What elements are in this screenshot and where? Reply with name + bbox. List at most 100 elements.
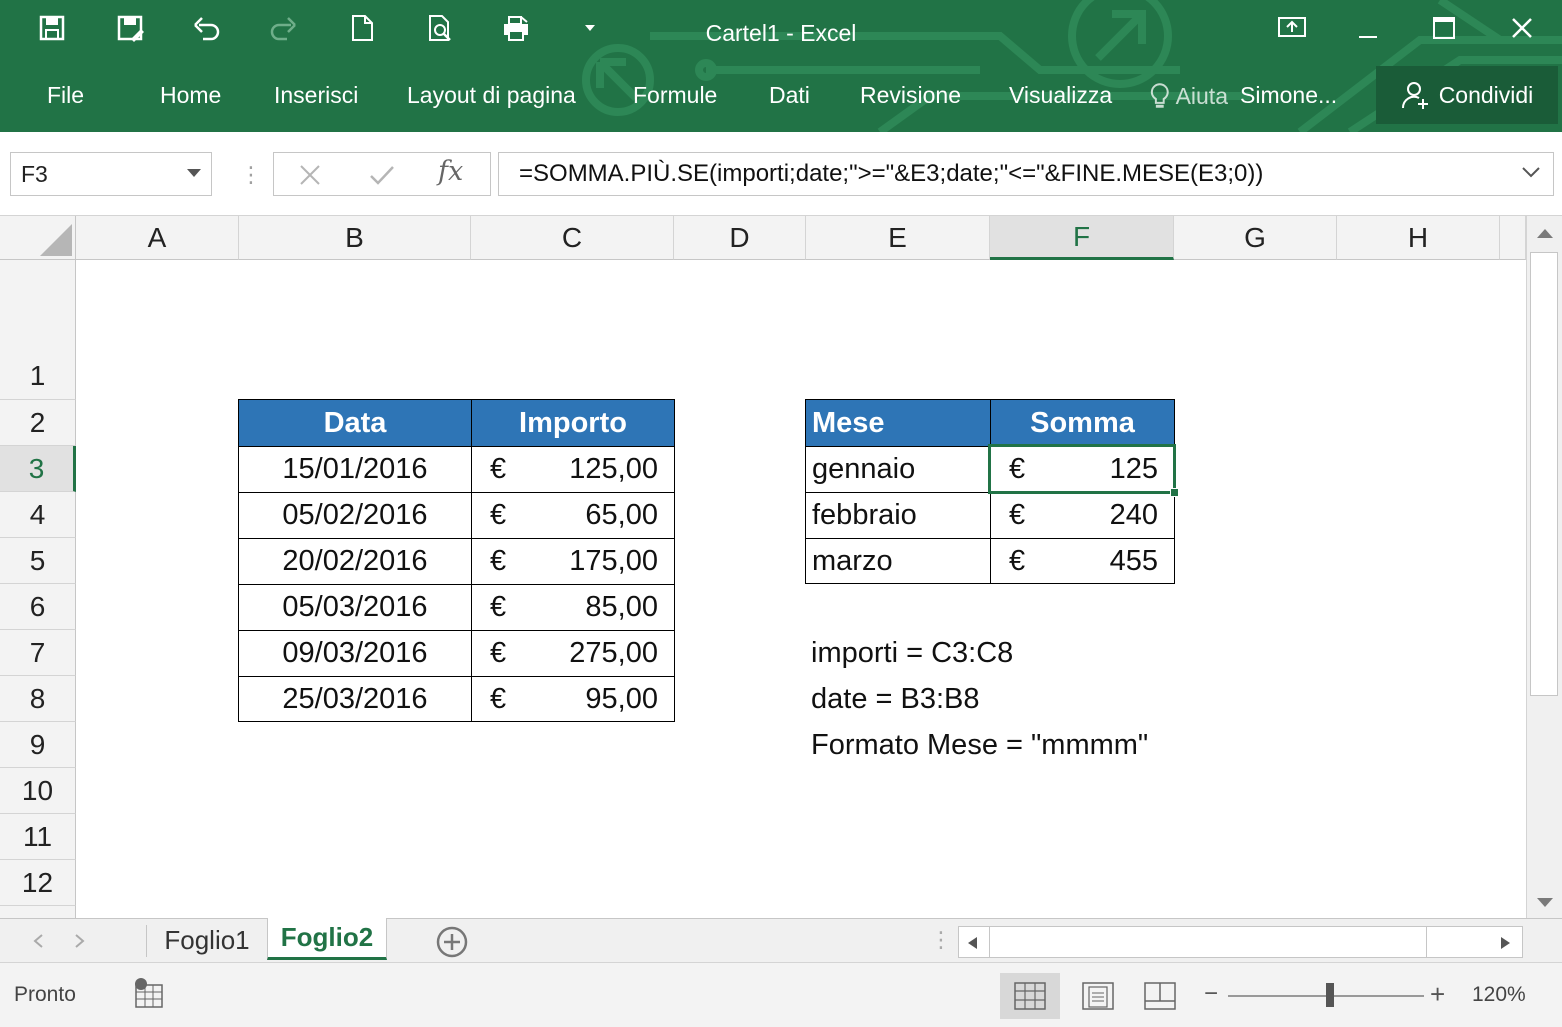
row-header-1[interactable]: 1	[0, 260, 76, 400]
horizontal-scrollbar[interactable]	[958, 926, 1523, 958]
share-button[interactable]: Condividi	[1376, 66, 1558, 124]
amount-cell[interactable]: €125,00	[471, 446, 675, 493]
tab-file[interactable]: File	[47, 82, 84, 109]
name-box-dropdown-icon[interactable]	[187, 169, 201, 177]
row-header-6[interactable]: 6	[0, 584, 76, 630]
select-all-button[interactable]	[0, 216, 76, 260]
minimize-icon[interactable]	[1338, 8, 1398, 48]
row-header-8[interactable]: 8	[0, 676, 76, 722]
page-break-view-button[interactable]	[1130, 973, 1190, 1019]
row-header-7[interactable]: 7	[0, 630, 76, 676]
page-layout-view-button[interactable]	[1068, 973, 1128, 1019]
close-icon[interactable]	[1492, 8, 1552, 48]
row-header-11[interactable]: 11	[0, 814, 76, 860]
amount-cell[interactable]: €85,00	[471, 584, 675, 631]
normal-view-button[interactable]	[1000, 973, 1060, 1019]
tab-home[interactable]: Home	[160, 82, 221, 109]
note-date[interactable]: date = B3:B8	[805, 676, 980, 722]
scroll-up-icon[interactable]	[1535, 226, 1555, 240]
formula-bar: F3 ⋮ fx =SOMMA.PIÙ.SE(importi;date;">="&…	[0, 132, 1562, 216]
maximize-icon[interactable]	[1414, 8, 1474, 48]
row-header-13[interactable]	[0, 906, 76, 918]
date-cell[interactable]: 09/03/2016	[238, 630, 472, 677]
expand-formula-bar-icon[interactable]	[1521, 165, 1541, 179]
title-bar: Cartel1 - Excel File Home Inserisci Layo…	[0, 0, 1562, 132]
amount-cell[interactable]: €275,00	[471, 630, 675, 677]
cancel-entry-icon[interactable]	[298, 163, 322, 187]
tell-me-search[interactable]: Aiuta	[1150, 82, 1228, 110]
tab-insert[interactable]: Inserisci	[274, 82, 358, 109]
note-importi[interactable]: importi = C3:C8	[805, 630, 1013, 676]
month-cell[interactable]: gennaio	[805, 446, 991, 493]
date-cell[interactable]: 25/03/2016	[238, 676, 472, 722]
sheet-tab-foglio2[interactable]: Foglio2	[267, 918, 387, 960]
date-cell[interactable]: 20/02/2016	[238, 538, 472, 585]
formula-bar-grip-icon[interactable]: ⋮	[240, 162, 262, 188]
formula-input[interactable]: =SOMMA.PIÙ.SE(importi;date;">="&E3;date;…	[498, 152, 1554, 196]
tell-me-label: Aiuta	[1175, 82, 1228, 109]
macro-recording-icon[interactable]	[132, 977, 166, 1011]
column-header-g[interactable]: G	[1174, 216, 1337, 260]
amount-cell[interactable]: €175,00	[471, 538, 675, 585]
confirm-entry-icon[interactable]	[368, 163, 396, 187]
column-header-d[interactable]: D	[674, 216, 806, 260]
ribbon-display-options-icon[interactable]	[1262, 8, 1322, 48]
user-name[interactable]: Simone...	[1240, 82, 1337, 109]
column-header-a[interactable]: A	[76, 216, 239, 260]
date-cell[interactable]: 05/02/2016	[238, 492, 472, 539]
status-ready: Pronto	[14, 983, 76, 1006]
new-sheet-icon[interactable]	[435, 925, 469, 959]
name-box[interactable]: F3	[10, 152, 212, 196]
row-header-5[interactable]: 5	[0, 538, 76, 584]
header-somma[interactable]: Somma	[990, 399, 1175, 447]
date-cell[interactable]: 15/01/2016	[238, 446, 472, 493]
row-header-4[interactable]: 4	[0, 492, 76, 538]
amount-cell[interactable]: €65,00	[471, 492, 675, 539]
row-header-2[interactable]: 2	[0, 400, 76, 446]
row-header-10[interactable]: 10	[0, 768, 76, 814]
insert-function-icon[interactable]: fx	[438, 156, 463, 187]
previous-sheet-icon[interactable]	[32, 933, 44, 949]
zoom-out-icon[interactable]: −	[1204, 982, 1218, 1006]
column-header-i[interactable]	[1500, 216, 1526, 260]
share-user-icon	[1401, 82, 1428, 109]
sum-cell[interactable]: €455	[990, 538, 1175, 584]
tab-view[interactable]: Visualizza	[1009, 82, 1112, 109]
next-sheet-icon[interactable]	[74, 933, 86, 949]
column-header-b[interactable]: B	[239, 216, 471, 260]
tab-review[interactable]: Revisione	[860, 82, 961, 109]
zoom-slider-thumb[interactable]	[1326, 983, 1334, 1007]
row-header-3[interactable]: 3	[0, 446, 76, 492]
tabs-split-grip-icon[interactable]: ⋮	[930, 927, 952, 953]
zoom-level[interactable]: 120%	[1472, 983, 1526, 1007]
tab-page-layout[interactable]: Layout di pagina	[407, 82, 576, 109]
row-header-12[interactable]: 12	[0, 860, 76, 906]
header-mese[interactable]: Mese	[805, 399, 991, 447]
worksheet-grid[interactable]: A B C D E F G H 1 2 3 4 5 6 7 8 9 10 11 …	[0, 216, 1526, 918]
column-header-c[interactable]: C	[471, 216, 674, 260]
sum-cell[interactable]: €240	[990, 492, 1175, 539]
amount-cell[interactable]: €95,00	[471, 676, 675, 722]
vertical-scrollbar[interactable]	[1526, 216, 1562, 918]
vertical-scroll-thumb[interactable]	[1530, 252, 1558, 696]
tab-data[interactable]: Dati	[769, 82, 810, 109]
horizontal-scroll-thumb[interactable]	[989, 927, 1427, 957]
active-cell-selection[interactable]	[988, 444, 1176, 494]
month-cell[interactable]: febbraio	[805, 492, 991, 539]
zoom-in-icon[interactable]: +	[1430, 981, 1445, 1007]
row-header-9[interactable]: 9	[0, 722, 76, 768]
fill-handle[interactable]	[1170, 488, 1179, 497]
scroll-down-icon[interactable]	[1535, 896, 1555, 910]
sheet-tab-foglio1[interactable]: Foglio1	[148, 919, 266, 961]
column-header-f[interactable]: F	[990, 216, 1174, 260]
month-cell[interactable]: marzo	[805, 538, 991, 584]
note-formato-mese[interactable]: Formato Mese = "mmmm"	[805, 722, 1148, 768]
scroll-left-icon[interactable]	[965, 935, 979, 951]
date-cell[interactable]: 05/03/2016	[238, 584, 472, 631]
header-data[interactable]: Data	[238, 399, 472, 447]
header-importo[interactable]: Importo	[471, 399, 675, 447]
column-header-e[interactable]: E	[806, 216, 990, 260]
scroll-right-icon[interactable]	[1499, 935, 1513, 951]
column-header-h[interactable]: H	[1337, 216, 1500, 260]
tab-formulas[interactable]: Formule	[633, 82, 717, 109]
